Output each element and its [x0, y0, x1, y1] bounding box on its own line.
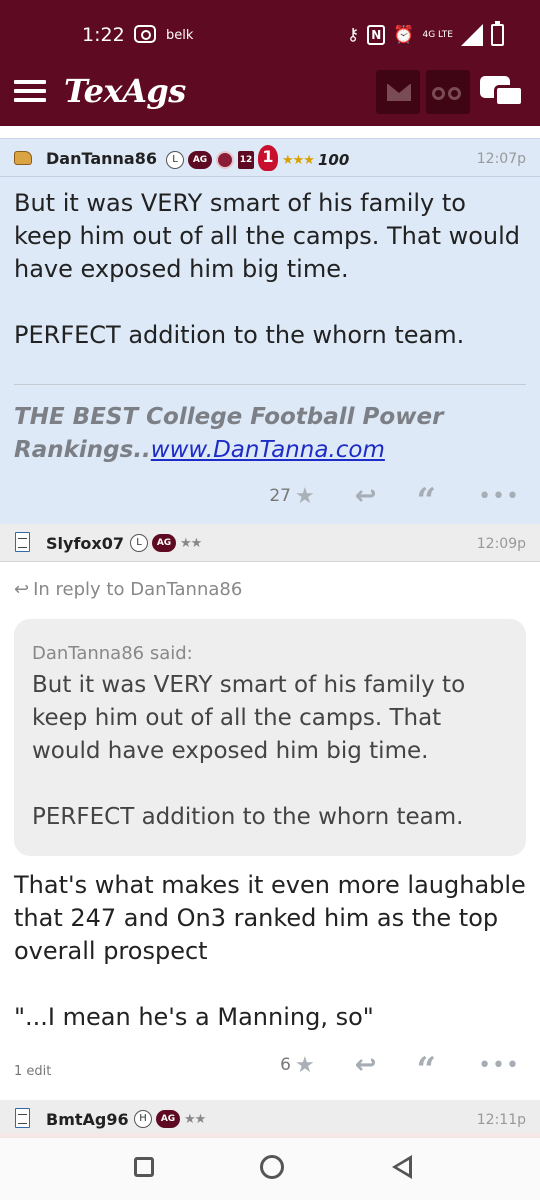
quote-paragraph: PERFECT addition to the whorn team.: [32, 804, 464, 830]
thumbs-up-icon: [12, 147, 34, 167]
post-paragraph: PERFECT addition to the whorn team.: [14, 321, 465, 349]
post-username[interactable]: DanTanna86: [46, 149, 157, 168]
badge-emblem-icon: [216, 151, 234, 169]
alarm-icon: ⏰: [393, 25, 415, 45]
post-actions: 6 ★ ↩ “ •••: [280, 1050, 520, 1087]
notepad-icon: [12, 1108, 34, 1128]
badge-stars: ★★: [184, 1111, 206, 1127]
signal-icon: [461, 24, 483, 46]
more-icon[interactable]: •••: [478, 1053, 520, 1078]
post-time: 12:09p: [476, 536, 526, 552]
post-time: 12:11p: [476, 1112, 526, 1128]
user-badges: L AG 12 1 ★★★ 100: [166, 145, 350, 171]
quote-author: DanTanna86 said:: [32, 643, 193, 664]
edit-count[interactable]: 1 edit: [14, 1064, 51, 1079]
post-body: That's what makes it even more laughable…: [14, 869, 530, 1067]
post-paragraph: That's what makes it even more laughable…: [14, 871, 526, 965]
app-screen: 1:22 belk ⚷ N ⏰ 4G LTE TexAgs DanTanna86…: [0, 0, 540, 1200]
badge-1: 1: [258, 145, 278, 171]
post-header: Slyfox07 L AG ★★ 12:09p: [0, 524, 540, 562]
post-signature: THE BEST College Football Power Rankings…: [14, 401, 530, 467]
network-label: 4G LTE: [422, 30, 453, 40]
mail-icon: [387, 84, 411, 101]
key-icon: ⚷: [346, 25, 360, 45]
badge-l: L: [166, 151, 184, 169]
quote-icon[interactable]: “: [417, 481, 437, 518]
badge-ag: AG: [152, 534, 176, 552]
more-icon[interactable]: •••: [478, 484, 520, 509]
battery-charging-icon: [491, 21, 504, 46]
status-icons: ⚷ N ⏰ 4G LTE: [347, 20, 504, 50]
badge-12: 12: [238, 151, 254, 169]
star-icon[interactable]: ★: [295, 1053, 315, 1078]
binoculars-button[interactable]: [426, 70, 470, 114]
quote-block: DanTanna86 said: But it was VERY smart o…: [14, 619, 526, 856]
post-username[interactable]: BmtAg96: [46, 1110, 129, 1129]
user-badges: L AG ★★: [130, 534, 202, 552]
badge-l: L: [130, 534, 148, 552]
post-time: 12:07p: [476, 151, 526, 167]
nfc-icon: N: [367, 25, 386, 45]
back-icon[interactable]: [392, 1155, 412, 1179]
badge-100: 100: [317, 151, 350, 169]
signature-divider: [14, 384, 526, 385]
site-logo[interactable]: TexAgs: [64, 72, 186, 110]
mail-button[interactable]: [376, 70, 420, 114]
status-time: 1:22: [82, 24, 125, 46]
app-bar: TexAgs: [0, 58, 540, 126]
badge-h: H: [134, 1110, 152, 1128]
post-slyfox07: Slyfox07 L AG ★★ 12:09p ↩ In reply to Dan…: [0, 524, 540, 1100]
post-dantanna86: DanTanna86 L AG 12 1 ★★★ 100 12:07p But …: [0, 138, 540, 524]
reply-arrow-icon: ↩: [14, 579, 30, 600]
user-badges: H AG ★★: [134, 1110, 206, 1128]
badge-stars: ★★★: [282, 152, 315, 168]
home-icon[interactable]: [260, 1155, 284, 1179]
post-paragraph: "...I mean he's a Manning, so": [14, 1003, 374, 1031]
status-bar: 1:22 belk ⚷ N ⏰ 4G LTE: [0, 0, 540, 58]
quote-paragraph: But it was VERY smart of his family to k…: [32, 672, 466, 764]
badge-ag: AG: [156, 1110, 180, 1128]
menu-icon[interactable]: [14, 80, 46, 102]
post-actions: 27 ★ ↩ “ •••: [269, 481, 520, 518]
quote-text: But it was VERY smart of his family to k…: [32, 669, 512, 867]
cast-icon: [134, 25, 156, 43]
badge-stars: ★★: [180, 535, 202, 551]
badge-ag: AG: [188, 151, 212, 169]
reply-to-link[interactable]: ↩ In reply to DanTanna86: [14, 579, 242, 600]
star-count: 6: [280, 1055, 291, 1075]
post-paragraph: But it was VERY smart of his family to k…: [14, 189, 521, 283]
star-icon[interactable]: ★: [295, 484, 315, 509]
system-nav-bar: [0, 1138, 540, 1200]
post-username[interactable]: Slyfox07: [46, 534, 124, 553]
quote-icon[interactable]: “: [417, 1050, 437, 1087]
star-count: 27: [269, 486, 291, 506]
post-body: But it was VERY smart of his family to k…: [14, 187, 530, 385]
post-header: DanTanna86 L AG 12 1 ★★★ 100 12:07p: [0, 139, 540, 177]
signature-link[interactable]: www.DanTanna.com: [151, 437, 385, 463]
notepad-icon: [12, 532, 34, 552]
carrier-label: belk: [166, 28, 194, 43]
reply-icon[interactable]: ↩: [355, 481, 377, 511]
reply-icon[interactable]: ↩: [355, 1050, 377, 1080]
recents-icon[interactable]: [134, 1157, 154, 1177]
reply-to-text: In reply to DanTanna86: [33, 579, 243, 600]
chat-button[interactable]: [480, 72, 526, 112]
